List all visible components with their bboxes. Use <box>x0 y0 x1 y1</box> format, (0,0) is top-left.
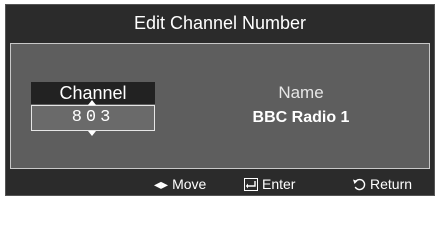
left-right-arrows-icon: ◂▸ <box>154 176 169 192</box>
dialog-title: Edit Channel Number <box>133 13 307 33</box>
enter-hint[interactable]: Enter <box>244 175 295 193</box>
enter-icon <box>244 178 258 191</box>
move-hint: ◂▸ Move <box>154 175 206 193</box>
footer-hints: ◂▸ Move Enter Return <box>6 171 434 195</box>
channel-number-input[interactable]: 803 <box>31 105 155 131</box>
return-hint[interactable]: Return <box>352 175 412 193</box>
edit-channel-number-dialog: Edit Channel Number Channel 803 Name BBC… <box>5 4 435 196</box>
return-icon <box>353 178 366 191</box>
enter-label: Enter <box>262 176 296 192</box>
channel-name-value: BBC Radio 1 <box>252 109 350 126</box>
move-label: Move <box>172 176 207 192</box>
name-label: Name <box>278 83 324 102</box>
edit-panel: Channel 803 Name BBC Radio 1 <box>10 43 430 169</box>
return-label: Return <box>370 176 413 192</box>
decrement-arrow-icon[interactable] <box>88 131 96 136</box>
